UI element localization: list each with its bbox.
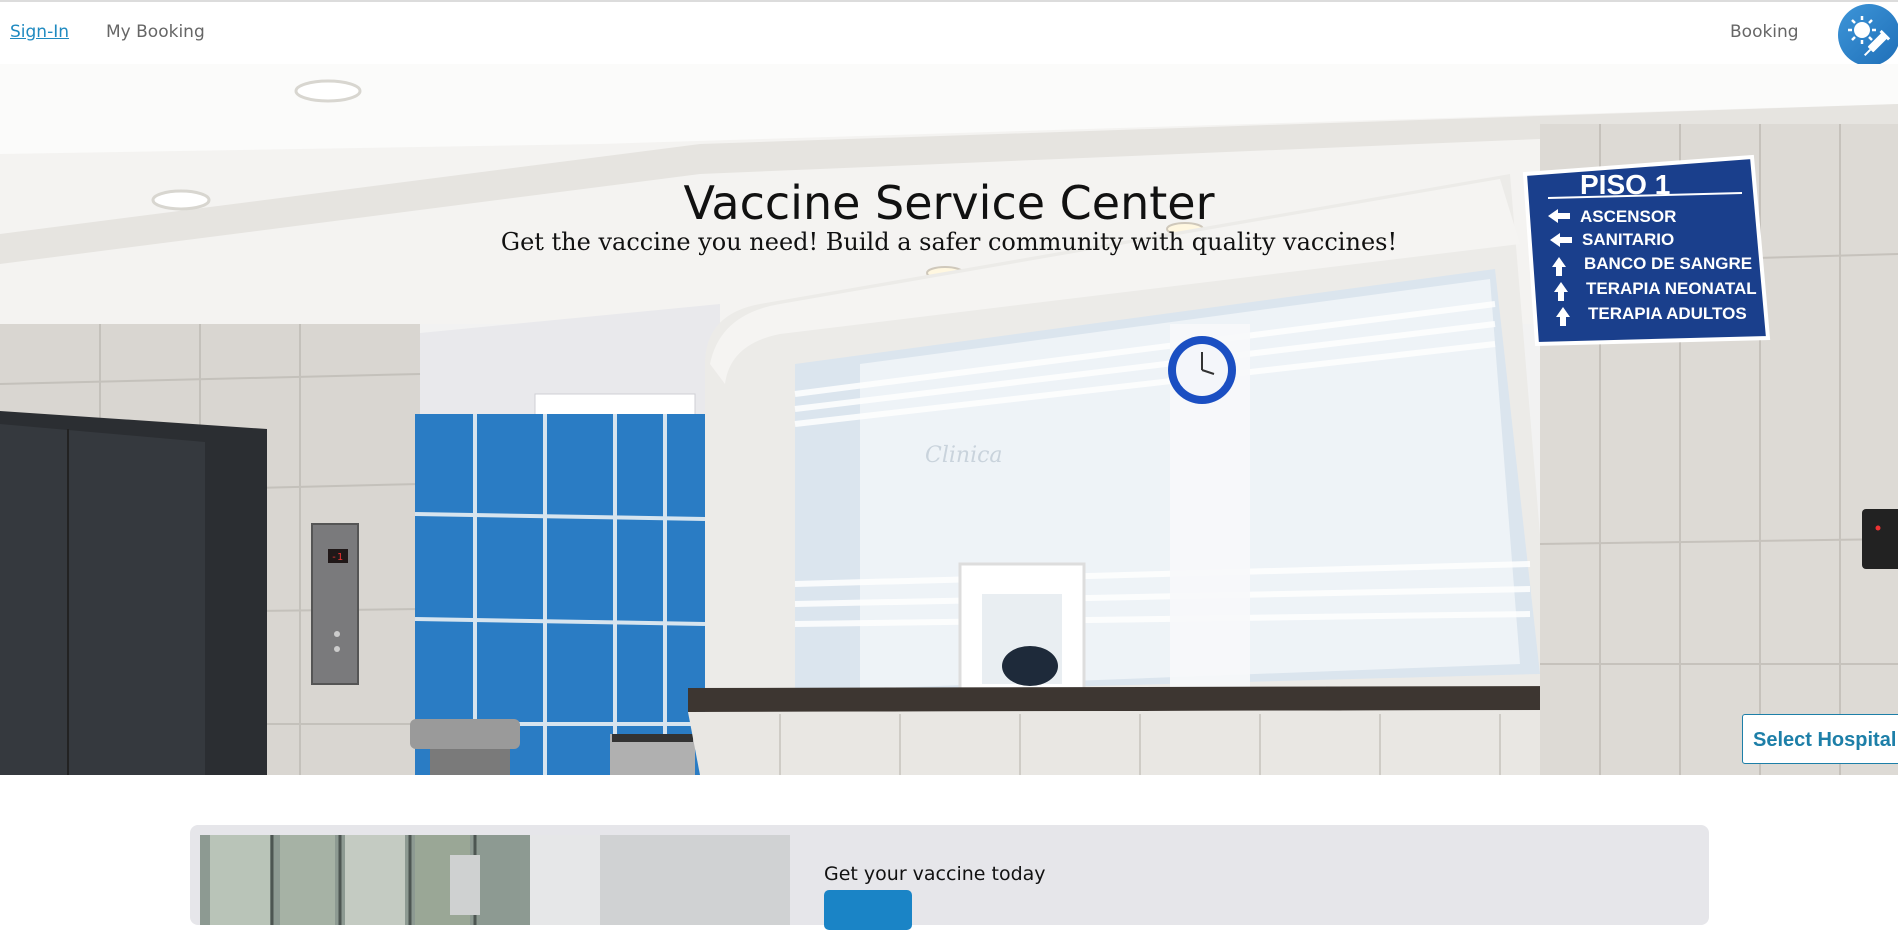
elevator-floor-display: -1	[331, 552, 343, 563]
syringe-icon	[1848, 16, 1891, 57]
booking-link[interactable]: Booking	[1730, 22, 1799, 42]
hero-title: Vaccine Service Center	[683, 176, 1215, 230]
hero-background-image: -1 Clinica PISO 1 ASCENSOR SANITARIO BAN…	[0, 64, 1898, 775]
sign-line-5: TERAPIA ADULTOS	[1588, 304, 1747, 323]
hero-banner: -1 Clinica PISO 1 ASCENSOR SANITARIO BAN…	[0, 64, 1898, 775]
window-clinic-text: Clinica	[925, 443, 1003, 468]
my-booking-link[interactable]: My Booking	[106, 22, 205, 42]
hero-subtitle: Get the vaccine you need! Build a safer …	[500, 228, 1398, 256]
signin-link[interactable]: Sign-In	[10, 22, 69, 42]
sign-line-4: TERAPIA NEONATAL	[1586, 279, 1757, 298]
top-navbar: Sign-In My Booking Booking	[0, 2, 1898, 66]
select-hospital-button[interactable]: Select Hospital	[1742, 714, 1898, 764]
sign-line-3: BANCO DE SANGRE	[1584, 254, 1752, 273]
card-title: Get your vaccine today	[824, 863, 1046, 885]
vaccine-logo-icon[interactable]	[1838, 4, 1898, 66]
vaccine-card: Get your vaccine today	[190, 825, 1709, 930]
card-image	[200, 835, 790, 925]
card-cta-button[interactable]	[824, 890, 912, 930]
